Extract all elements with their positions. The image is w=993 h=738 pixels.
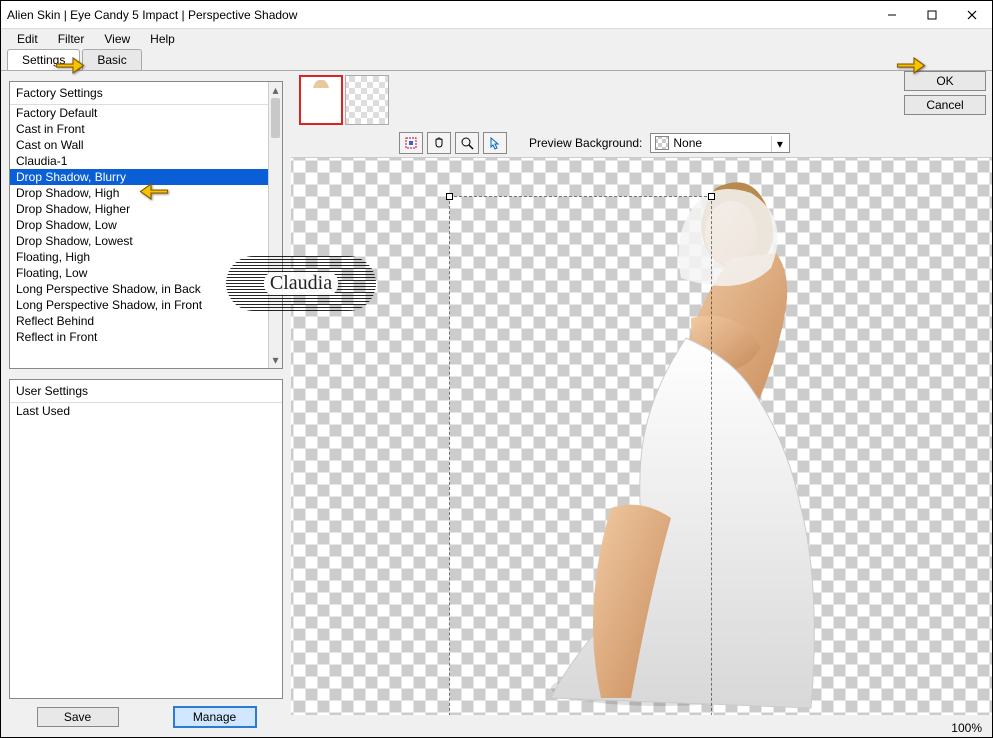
selection-handle-tl[interactable] bbox=[446, 193, 453, 200]
user-settings-list[interactable]: User Settings Last Used bbox=[9, 379, 283, 699]
tab-settings[interactable]: Settings bbox=[7, 49, 80, 70]
user-settings-item[interactable]: Last Used bbox=[10, 403, 282, 419]
window-title: Alien Skin | Eye Candy 5 Impact | Perspe… bbox=[7, 8, 872, 22]
tab-basic[interactable]: Basic bbox=[82, 49, 141, 70]
tool-pointer-icon[interactable] bbox=[483, 132, 507, 154]
watermark-text: Claudia bbox=[264, 272, 338, 295]
menu-view[interactable]: View bbox=[94, 30, 140, 48]
thumbnail-blank[interactable] bbox=[345, 75, 389, 125]
preview-background-label: Preview Background: bbox=[529, 136, 642, 150]
factory-item[interactable]: Cast in Front bbox=[10, 121, 282, 137]
manage-button[interactable]: Manage bbox=[174, 707, 256, 727]
factory-item[interactable]: Drop Shadow, Low bbox=[10, 217, 282, 233]
selection-box[interactable] bbox=[449, 196, 712, 715]
factory-settings-header: Factory Settings bbox=[10, 82, 282, 105]
scroll-nub[interactable] bbox=[271, 98, 280, 138]
tool-marquee-icon[interactable] bbox=[399, 132, 423, 154]
thumbnail-strip bbox=[299, 75, 984, 129]
factory-scrollbar[interactable]: ▴ ▾ bbox=[268, 82, 282, 368]
transparency-swatch-icon bbox=[655, 136, 669, 150]
factory-item[interactable]: Drop Shadow, Blurry bbox=[10, 169, 282, 185]
window-close-button[interactable] bbox=[952, 1, 992, 29]
watermark-claudia: Claudia bbox=[226, 256, 376, 311]
preview-panel: OK Cancel Preview Background: None ▾ bbox=[291, 71, 992, 737]
tool-hand-icon[interactable] bbox=[427, 132, 451, 154]
scroll-up-icon[interactable]: ▴ bbox=[269, 82, 282, 98]
menu-filter[interactable]: Filter bbox=[48, 30, 95, 48]
tabs-row: Settings Basic bbox=[1, 49, 992, 71]
scroll-down-icon[interactable]: ▾ bbox=[269, 352, 282, 368]
menu-help[interactable]: Help bbox=[140, 30, 185, 48]
window-minimize-button[interactable] bbox=[872, 1, 912, 29]
cancel-button[interactable]: Cancel bbox=[904, 95, 986, 115]
settings-panel: Factory Settings Factory DefaultCast in … bbox=[1, 71, 291, 737]
factory-item[interactable]: Drop Shadow, Higher bbox=[10, 201, 282, 217]
factory-item[interactable]: Drop Shadow, High bbox=[10, 185, 282, 201]
preview-background-value: None bbox=[673, 136, 702, 150]
factory-item[interactable]: Factory Default bbox=[10, 105, 282, 121]
thumbnail-image bbox=[312, 80, 330, 120]
thumbnail-active[interactable] bbox=[299, 75, 343, 125]
factory-settings-list[interactable]: Factory Settings Factory DefaultCast in … bbox=[9, 81, 283, 369]
factory-item[interactable]: Reflect in Front bbox=[10, 329, 282, 345]
preview-toolbar: Preview Background: None ▾ bbox=[299, 129, 984, 157]
menubar: Edit Filter View Help bbox=[1, 29, 992, 49]
preview-background-select[interactable]: None ▾ bbox=[650, 133, 790, 153]
preview-canvas[interactable] bbox=[291, 157, 992, 715]
window-maximize-button[interactable] bbox=[912, 1, 952, 29]
tool-zoom-icon[interactable] bbox=[455, 132, 479, 154]
factory-item[interactable]: Claudia-1 bbox=[10, 153, 282, 169]
factory-item[interactable]: Drop Shadow, Lowest bbox=[10, 233, 282, 249]
save-button[interactable]: Save bbox=[37, 707, 119, 727]
selection-handle-tr[interactable] bbox=[708, 193, 715, 200]
canvas-checker-bg bbox=[291, 158, 992, 715]
ok-button[interactable]: OK bbox=[904, 71, 986, 91]
factory-item[interactable]: Cast on Wall bbox=[10, 137, 282, 153]
user-settings-header: User Settings bbox=[10, 380, 282, 403]
zoom-level: 100% bbox=[951, 721, 982, 735]
menu-edit[interactable]: Edit bbox=[7, 30, 48, 48]
window-titlebar: Alien Skin | Eye Candy 5 Impact | Perspe… bbox=[1, 1, 992, 29]
factory-item[interactable]: Reflect Behind bbox=[10, 313, 282, 329]
chevron-down-icon: ▾ bbox=[771, 136, 787, 152]
